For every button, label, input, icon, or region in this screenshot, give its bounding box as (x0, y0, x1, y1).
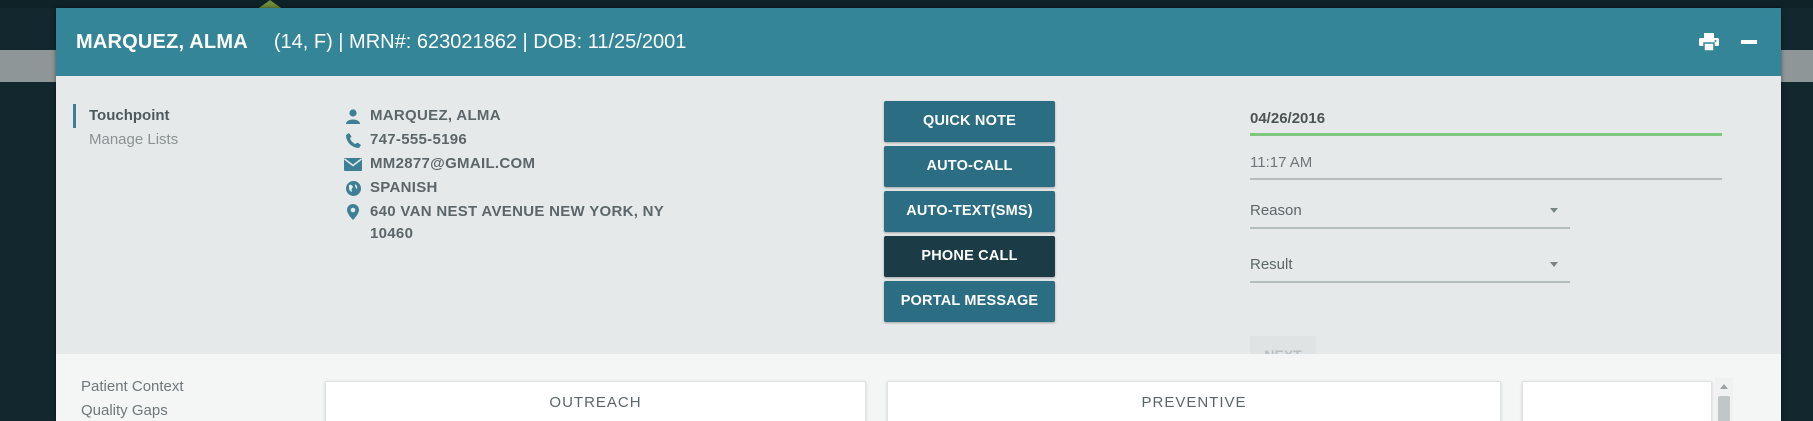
auto-call-button[interactable]: AUTO-CALL (884, 146, 1055, 187)
outreach-card: OUTREACH (325, 381, 866, 421)
scrollbar[interactable] (1715, 378, 1733, 421)
date-input[interactable]: 04/26/2016 (1250, 106, 1722, 136)
quick-note-button[interactable]: QUICK NOTE (884, 101, 1055, 142)
reason-select[interactable]: Reason (1250, 199, 1570, 229)
nav-item-touchpoint[interactable]: Touchpoint (73, 104, 178, 128)
person-icon (336, 105, 370, 127)
contact-address: 640 VAN NEST AVENUE NEW YORK, NY 10460 (370, 203, 664, 242)
outreach-card-title: OUTREACH (549, 394, 642, 411)
touchpoint-panel: Touchpoint Manage Lists MARQUEZ, ALMA 74… (56, 76, 1781, 374)
globe-icon (336, 177, 370, 199)
minimize-icon[interactable] (1737, 30, 1761, 54)
portal-message-button[interactable]: PORTAL MESSAGE (884, 281, 1055, 322)
nav-item-quality-gaps[interactable]: Quality Gaps (81, 399, 184, 421)
patient-modal: MARQUEZ, ALMA (14, F) | MRN#: 623021862 … (56, 8, 1781, 421)
preventive-card-title: PREVENTIVE (1141, 394, 1247, 411)
chevron-down-icon (1550, 262, 1558, 267)
contact-email[interactable]: MM2877@GMAIL.COM (370, 153, 535, 175)
time-input[interactable]: 11:17 AM (1250, 150, 1722, 180)
contact-phone-row: 747-555-5196 (336, 129, 690, 151)
chevron-down-icon (1550, 208, 1558, 213)
scrollbar-thumb[interactable] (1718, 396, 1730, 421)
contact-phone[interactable]: 747-555-5196 (370, 129, 467, 151)
contact-language-row: SPANISH (336, 177, 690, 199)
map-pin-icon (336, 201, 370, 223)
contact-language: SPANISH (370, 179, 438, 196)
contact-address-row: 640 VAN NEST AVENUE NEW YORK, NY 10460 (336, 201, 690, 245)
nav-item-manage-lists[interactable]: Manage Lists (73, 128, 178, 152)
nav-item-patient-context[interactable]: Patient Context (81, 375, 184, 399)
reason-select-value: Reason (1250, 202, 1302, 219)
header-actions (1697, 8, 1761, 76)
envelope-icon (336, 153, 370, 175)
result-select[interactable]: Result (1250, 253, 1570, 283)
modal-header: MARQUEZ, ALMA (14, F) | MRN#: 623021862 … (56, 8, 1781, 76)
scroll-up-arrow[interactable] (1720, 384, 1728, 389)
print-icon[interactable] (1697, 30, 1721, 54)
contact-email-row: MM2877@GMAIL.COM (336, 153, 690, 175)
result-select-value: Result (1250, 256, 1293, 273)
patient-meta: (14, F) | MRN#: 623021862 | DOB: 11/25/2… (273, 30, 687, 53)
auto-text-button[interactable]: AUTO-TEXT(SMS) (884, 191, 1055, 232)
contact-info: MARQUEZ, ALMA 747-555-5196 MM2877@GMAIL.… (336, 105, 690, 247)
outreach-actions: QUICK NOTE AUTO-CALL AUTO-TEXT(SMS) PHON… (884, 101, 1055, 326)
patient-detail-panel: Patient Context Quality Gaps OUTREACH PR… (56, 354, 1781, 421)
left-nav: Touchpoint Manage Lists (73, 104, 178, 152)
contact-name: MARQUEZ, ALMA (370, 107, 501, 124)
patient-name: MARQUEZ, ALMA (76, 30, 248, 53)
phone-call-button[interactable]: PHONE CALL (884, 236, 1055, 277)
preventive-card: PREVENTIVE (887, 381, 1501, 421)
third-card (1522, 381, 1712, 421)
phone-icon (336, 129, 370, 151)
detail-nav: Patient Context Quality Gaps (81, 375, 184, 421)
contact-name-row: MARQUEZ, ALMA (336, 105, 690, 127)
